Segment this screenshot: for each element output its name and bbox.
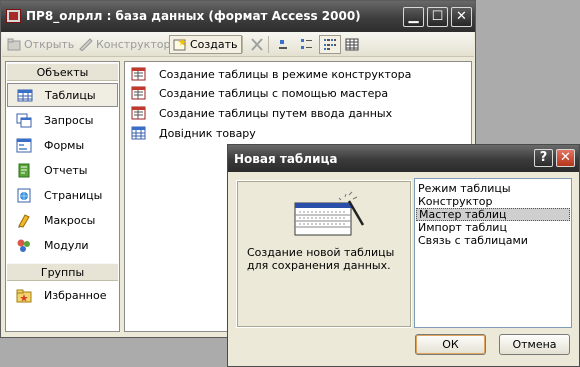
large-icons-icon: [279, 40, 287, 49]
details-view-icon: [345, 38, 359, 51]
sidebar-item-label: Избранное: [44, 288, 107, 302]
title-bar[interactable]: ПР8_олрлл : база данных (формат Access 2…: [1, 1, 475, 32]
table-icon: [17, 89, 33, 101]
list-item[interactable]: Довідник товару: [131, 124, 256, 142]
sidebar-item-label: Формы: [44, 138, 85, 152]
new-object-icon: [173, 38, 186, 51]
favorites-folder-icon: [16, 289, 32, 302]
module-icon: [17, 239, 30, 252]
option-table-wizard[interactable]: Мастер таблиц: [416, 208, 570, 221]
list-item-label: Создание таблицы с помощью мастера: [159, 86, 389, 100]
wizard-shortcut-icon: [131, 106, 146, 120]
open-button[interactable]: Открыть: [4, 35, 77, 54]
delete-icon: [251, 38, 263, 51]
form-icon: [16, 138, 32, 152]
sidebar-item-queries[interactable]: Запросы: [7, 108, 118, 132]
list-item-label: Создание таблицы путем ввода данных: [159, 106, 393, 120]
wizard-shortcut-icon: [131, 67, 146, 81]
dialog-title-bar[interactable]: Новая таблица ? ✕: [228, 145, 579, 172]
help-button[interactable]: ?: [534, 149, 553, 167]
small-icons-button[interactable]: [297, 35, 317, 54]
new-table-dialog: Новая таблица ? ✕ Создание новой таблицы…: [227, 144, 580, 367]
sidebar-item-label: Модули: [44, 238, 89, 252]
groups-header[interactable]: Группы: [7, 263, 118, 281]
preview-pane: Создание новой таблицы для сохранения да…: [236, 180, 412, 328]
table-icon: [131, 126, 146, 140]
list-item[interactable]: Создание таблицы с помощью мастера: [131, 84, 388, 102]
designer-label: Конструктор: [96, 38, 171, 51]
list-item[interactable]: Создание таблицы путем ввода данных: [131, 104, 392, 122]
window-title: ПР8_олрлл : база данных (формат Access 2…: [26, 9, 361, 23]
small-icons-icon: [301, 39, 312, 49]
ok-button[interactable]: ОК: [415, 334, 486, 355]
dialog-title: Новая таблица: [234, 152, 338, 166]
toolbar: Открыть Конструктор Создать: [2, 32, 474, 57]
cancel-button[interactable]: Отмена: [499, 334, 570, 355]
maximize-button[interactable]: ☐: [427, 7, 448, 27]
sidebar-item-favorites[interactable]: Избранное: [7, 283, 118, 307]
toolbar-separator: [242, 36, 243, 53]
sidebar-item-label: Отчеты: [44, 163, 88, 177]
macro-icon: [18, 213, 30, 228]
delete-button[interactable]: [247, 35, 267, 54]
access-db-icon[interactable]: [6, 9, 21, 23]
sidebar-item-pages[interactable]: Страницы: [7, 183, 118, 207]
table-wizard-illustration-icon: [294, 191, 365, 236]
sidebar-item-tables[interactable]: Таблицы: [7, 83, 118, 107]
create-button[interactable]: Создать: [169, 35, 242, 54]
list-view-button[interactable]: [319, 35, 341, 54]
sidebar-item-label: Страницы: [44, 188, 103, 202]
sidebar-item-label: Таблицы: [45, 88, 96, 102]
option-datasheet[interactable]: Режим таблицы: [416, 182, 570, 195]
query-icon: [16, 113, 32, 127]
sidebar-item-forms[interactable]: Формы: [7, 133, 118, 157]
minimize-button[interactable]: ▁: [403, 7, 424, 27]
sidebar-item-label: Запросы: [44, 113, 94, 127]
objects-sidebar: Объекты Таблицы Запросы Формы Отчеты Стр…: [5, 61, 120, 332]
option-designer[interactable]: Конструктор: [416, 195, 570, 208]
sidebar-item-macros[interactable]: Макросы: [7, 208, 118, 232]
wizard-shortcut-icon: [131, 86, 146, 100]
option-import-tables[interactable]: Импорт таблиц: [416, 221, 570, 234]
list-item-label: Создание таблицы в режиме конструктора: [159, 67, 412, 81]
open-label: Открыть: [24, 38, 75, 51]
sidebar-item-reports[interactable]: Отчеты: [7, 158, 118, 182]
objects-header[interactable]: Объекты: [7, 63, 118, 81]
open-icon: [7, 38, 21, 51]
design-ruler-icon: [79, 38, 93, 51]
table-mode-list[interactable]: Режим таблицы Конструктор Мастер таблиц …: [414, 178, 572, 328]
create-label: Создать: [190, 38, 238, 51]
sidebar-item-label: Макросы: [44, 213, 96, 227]
option-link-tables[interactable]: Связь с таблицами: [416, 234, 570, 247]
toolbar-separator: [268, 36, 269, 53]
report-icon: [18, 163, 30, 177]
large-icons-button[interactable]: [274, 35, 294, 54]
page-icon: [17, 188, 31, 202]
list-item[interactable]: Создание таблицы в режиме конструктора: [131, 65, 411, 83]
list-view-icon: [324, 39, 336, 50]
close-button[interactable]: ✕: [451, 7, 472, 27]
dialog-description: Создание новой таблицы для сохранения да…: [247, 246, 395, 272]
details-view-button[interactable]: [342, 35, 362, 54]
dialog-close-button[interactable]: ✕: [556, 149, 575, 167]
designer-button[interactable]: Конструктор: [76, 35, 173, 54]
list-item-label: Довідник товару: [159, 126, 256, 140]
sidebar-item-modules[interactable]: Модули: [7, 233, 118, 257]
